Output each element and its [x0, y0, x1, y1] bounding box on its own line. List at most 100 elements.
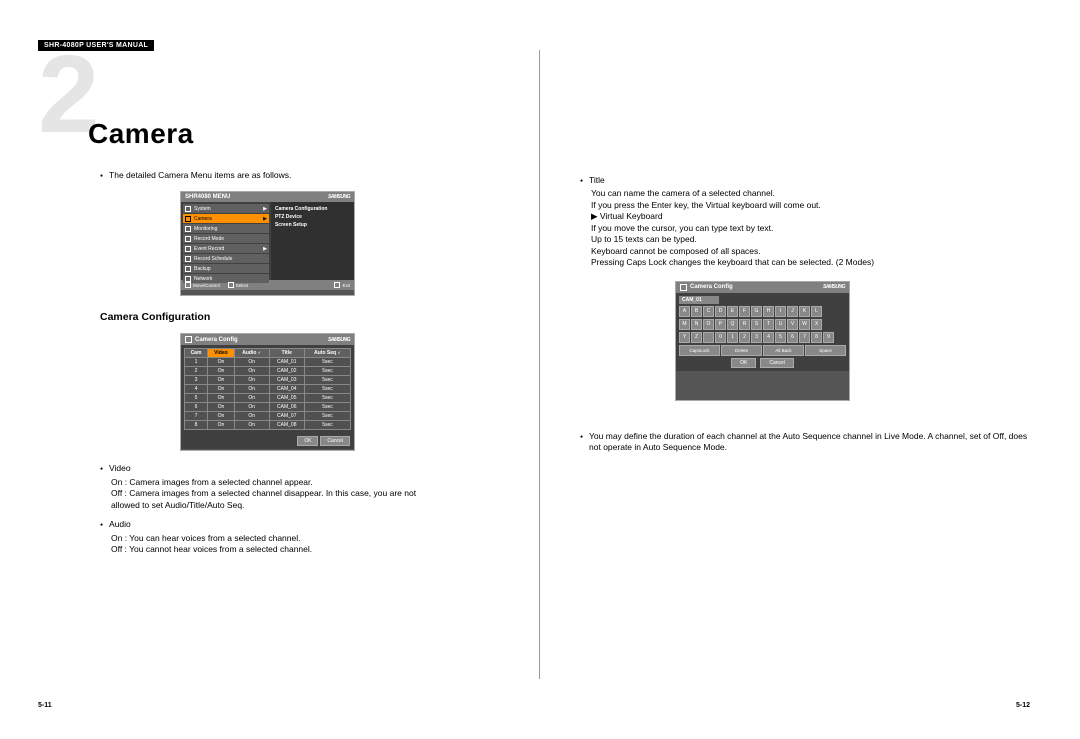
- menu-titlebar: SHR4080 MENU SAMSUNG: [181, 192, 354, 202]
- table-cell: 5sec: [304, 385, 350, 394]
- kbd-key: G: [751, 306, 762, 317]
- table-cell: CAM_05: [269, 394, 304, 403]
- menu-item: Record Schedule: [183, 254, 269, 263]
- cfg-icon: [680, 284, 687, 291]
- kbd-key: E: [727, 306, 738, 317]
- title-line: You can name the camera of a selected ch…: [591, 188, 1030, 199]
- table-cell: On: [234, 358, 269, 367]
- page: SHR-4080P USER'S MANUAL 2 Camera The det…: [0, 0, 1080, 739]
- kbd-buttons: OKCancel: [679, 358, 846, 368]
- table-cell: On: [207, 376, 234, 385]
- table-cell: On: [207, 394, 234, 403]
- menu-item: Monitoring: [183, 224, 269, 233]
- kbd-key: M: [679, 319, 690, 330]
- kbd-titlebar: Camera Config SAMSUNG: [676, 282, 849, 293]
- table-cell: On: [234, 403, 269, 412]
- table-cell: CAM_06: [269, 403, 304, 412]
- kbd-key: 0: [715, 332, 726, 343]
- kbd-key: J: [787, 306, 798, 317]
- menu-icon: [185, 216, 191, 222]
- table-cell: 5sec: [304, 412, 350, 421]
- intro-bullet: The detailed Camera Menu items are as fo…: [100, 170, 480, 181]
- table-cell: 5sec: [304, 421, 350, 430]
- kbd-key: [703, 332, 714, 343]
- kbd-key: D: [715, 306, 726, 317]
- table-cell: On: [234, 385, 269, 394]
- title-line: ▶ Virtual Keyboard: [591, 211, 1030, 222]
- footer-label: Select: [236, 283, 249, 288]
- table-header: Title: [269, 349, 304, 358]
- footer-icon: [185, 282, 191, 288]
- menu-label: Backup: [194, 266, 211, 272]
- bullet-line: On : You can hear voices from a selected…: [111, 533, 480, 544]
- table-cell: CAM_07: [269, 412, 304, 421]
- footer-label: Exit: [342, 283, 350, 288]
- menu-item: Backup: [183, 264, 269, 273]
- table-cell: CAM_02: [269, 367, 304, 376]
- table-cell: 5: [185, 394, 208, 403]
- kbd-key: I: [775, 306, 786, 317]
- menu-sub-item: Camera Configuration: [275, 205, 350, 213]
- menu-item: Record Mode: [183, 234, 269, 243]
- kbd-key: S: [751, 319, 762, 330]
- kbd-key: Y: [679, 332, 690, 343]
- kbd-key: 4: [763, 332, 774, 343]
- kbd-special-key: CapsLock: [679, 345, 720, 356]
- table-cell: 5sec: [304, 394, 350, 403]
- table-cell: On: [234, 394, 269, 403]
- menu-label: Camera: [194, 216, 212, 222]
- page-number-left: 5-11: [38, 702, 52, 709]
- kbd-title: Camera Config: [690, 284, 733, 290]
- kbd-row: ABCDEFGHIJKL: [679, 306, 846, 317]
- title-bullet: Title: [580, 175, 1030, 186]
- kbd-key: Q: [727, 319, 738, 330]
- table-header: Video: [207, 349, 234, 358]
- menu-sub-item: PTZ Device: [275, 213, 350, 221]
- table-header: Audio ✓: [234, 349, 269, 358]
- table-cell: On: [207, 367, 234, 376]
- table-cell: 3: [185, 376, 208, 385]
- arrow-icon: ▶: [263, 216, 267, 222]
- menu-label: Record Schedule: [194, 256, 232, 262]
- table-body: CamVideoAudio ✓TitleAuto Seq ✓1OnOnCAM_0…: [181, 345, 354, 433]
- title-line: If you press the Enter key, the Virtual …: [591, 200, 1030, 211]
- bullet-line: allowed to set Audio/Title/Auto Seq.: [111, 500, 480, 511]
- autoseq-bullet: You may define the duration of each chan…: [580, 431, 1030, 454]
- menu-screenshot: SHR4080 MENU SAMSUNG System▶Camera▶Monit…: [180, 191, 355, 296]
- menu-title: SHR4080 MENU: [185, 194, 230, 200]
- bullet-line: On : Camera images from a selected chann…: [111, 477, 480, 488]
- menu-label: Record Mode: [194, 236, 224, 242]
- kbd-key: 8: [811, 332, 822, 343]
- kbd-key: O: [703, 319, 714, 330]
- table-cell: On: [207, 385, 234, 394]
- left-bullets: VideoOn : Camera images from a selected …: [100, 463, 480, 555]
- menu-icon: [185, 236, 191, 242]
- samsung-logo: SAMSUNG: [823, 284, 845, 290]
- bullet-line: Off : You cannot hear voices from a sele…: [111, 544, 480, 555]
- kbd-key: W: [799, 319, 810, 330]
- table-titlebar: Camera Config SAMSUNG: [181, 334, 354, 345]
- table-cell: 5sec: [304, 358, 350, 367]
- samsung-logo: SAMSUNG: [328, 337, 350, 343]
- table-cell: 1: [185, 358, 208, 367]
- title-line: Pressing Caps Lock changes the keyboard …: [591, 257, 1030, 268]
- arrow-icon: ▶: [263, 246, 267, 252]
- bullet-line: Off : Camera images from a selected chan…: [111, 488, 480, 499]
- menu-right-panel: Camera ConfigurationPTZ DeviceScreen Set…: [271, 202, 354, 280]
- table-cell: On: [234, 421, 269, 430]
- table-header: Auto Seq ✓: [304, 349, 350, 358]
- menu-item: Camera ▶: [183, 214, 269, 223]
- table-cell: 6: [185, 403, 208, 412]
- kbd-key: 5: [775, 332, 786, 343]
- menu-icon: [185, 266, 191, 272]
- table-cell: On: [234, 412, 269, 421]
- kbd-button: OK: [731, 358, 756, 368]
- menu-icon: [185, 256, 191, 262]
- table-cell: CAM_01: [269, 358, 304, 367]
- menu-sub-item: Screen Setup: [275, 221, 350, 229]
- footer-icon: [334, 282, 340, 288]
- table-cell: CAM_03: [269, 376, 304, 385]
- kbd-key: A: [679, 306, 690, 317]
- kbd-key: 2: [739, 332, 750, 343]
- right-column: Title You can name the camera of a selec…: [540, 0, 1080, 739]
